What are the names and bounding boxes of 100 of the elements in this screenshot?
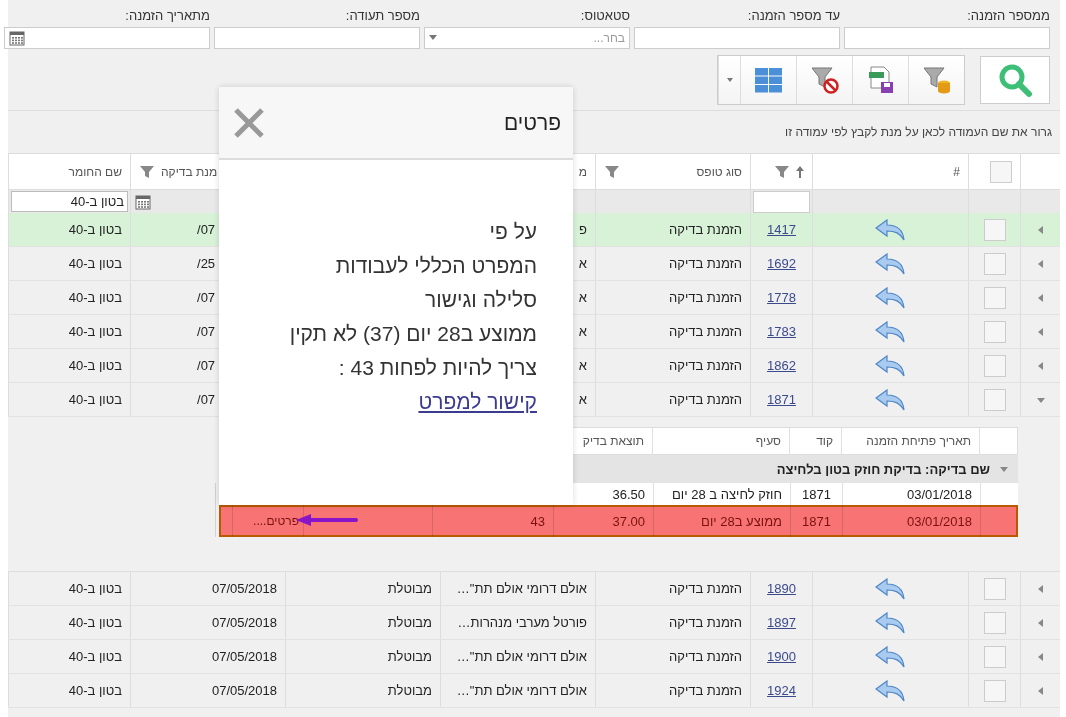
sort-up-icon[interactable] — [796, 165, 804, 178]
row-checkbox[interactable] — [983, 252, 1006, 275]
filter-database-button[interactable] — [908, 56, 964, 104]
table-cell: בטון ב-40 — [68, 222, 122, 237]
order-link[interactable]: 1871 — [767, 392, 796, 407]
order-link[interactable]: 1778 — [767, 290, 796, 305]
reply-arrow-icon[interactable] — [874, 388, 907, 411]
caret-left-icon[interactable] — [1036, 618, 1045, 627]
filter-label: סטאטוס: — [580, 8, 630, 23]
row-checkbox[interactable] — [983, 388, 1006, 411]
order-link[interactable]: 1924 — [767, 683, 796, 698]
message-line: צריך להיות לפחות 43 : — [338, 355, 537, 381]
column-header[interactable]: # — [953, 164, 960, 179]
caret-down-icon[interactable] — [1000, 465, 1008, 473]
order-link[interactable]: 1900 — [767, 649, 796, 664]
filter-icon[interactable] — [604, 164, 620, 179]
row-checkbox[interactable] — [983, 679, 1006, 702]
order-link[interactable]: 1417 — [767, 222, 796, 237]
calendar-icon[interactable] — [135, 193, 151, 210]
reply-arrow-icon[interactable] — [874, 286, 907, 309]
table-cell: בטון ב-40 — [68, 392, 122, 407]
table-cell: 07/ — [197, 222, 216, 237]
clear-filter-button[interactable] — [796, 56, 852, 104]
table-cell: הזמנת בדיקה — [668, 649, 742, 664]
input-field[interactable] — [634, 27, 840, 49]
filter-icon[interactable] — [139, 164, 155, 179]
caret-left-icon[interactable] — [1036, 584, 1045, 593]
funnel-database-icon — [921, 65, 952, 95]
reply-arrow-icon[interactable] — [874, 252, 907, 275]
table-cell: הזמנת בדיקה — [668, 581, 742, 596]
caret-left-icon[interactable] — [1036, 327, 1045, 336]
column-header[interactable]: תאריך פתיחת הזמנה — [866, 434, 971, 448]
reply-arrow-icon[interactable] — [874, 645, 907, 668]
columns-button[interactable] — [740, 56, 796, 104]
reply-arrow-icon[interactable] — [874, 218, 907, 241]
column-header[interactable]: סעיף — [755, 434, 781, 448]
row-checkbox[interactable] — [983, 218, 1006, 241]
spec-link[interactable]: קישור למפרט — [418, 385, 537, 419]
table-cell: בטון ב-40 — [68, 256, 122, 271]
table-cell: 07/05/2018 — [211, 683, 277, 698]
input-field[interactable] — [844, 27, 1050, 49]
reply-arrow-icon[interactable] — [874, 577, 907, 600]
message-line: סלילה וגישור — [425, 287, 537, 313]
table-cell: 1871 — [802, 513, 831, 529]
filter-icon[interactable] — [774, 164, 790, 179]
order-link[interactable]: 1897 — [767, 615, 796, 630]
row-checkbox[interactable] — [983, 354, 1006, 377]
column-header[interactable]: קוד — [816, 434, 833, 448]
order-link[interactable]: 1783 — [767, 324, 796, 339]
table-cell: 25/ — [197, 256, 216, 271]
column-header[interactable]: מנת בדיקה — [161, 164, 218, 179]
filter-input[interactable]: בטון ב-40 — [11, 191, 128, 212]
column-header[interactable]: מ — [578, 164, 587, 179]
table-cell: בטון ב-40 — [68, 615, 122, 630]
row-checkbox[interactable] — [983, 645, 1006, 668]
filter-input[interactable] — [753, 190, 810, 213]
reply-arrow-icon[interactable] — [874, 679, 907, 702]
row-checkbox[interactable] — [983, 286, 1006, 309]
column-header[interactable]: סוג טופס — [696, 164, 742, 179]
column-header[interactable]: שם החומר — [68, 164, 122, 179]
table-cell: א — [578, 392, 587, 407]
caret-down-icon[interactable] — [1036, 395, 1045, 404]
calendar-icon[interactable] — [9, 30, 25, 46]
date-field[interactable] — [4, 27, 210, 49]
row-checkbox[interactable] — [983, 611, 1006, 634]
table-cell: חוזק לחיצה ב 28 יום — [672, 486, 782, 502]
table-cell: אולם דרומי אולם תת"… — [456, 581, 587, 596]
reply-arrow-icon[interactable] — [874, 354, 907, 377]
input-field[interactable] — [214, 27, 420, 49]
export-button[interactable] — [852, 56, 908, 104]
table-cell: בטון ב-40 — [68, 581, 122, 596]
row-checkbox[interactable] — [983, 577, 1006, 600]
order-link[interactable]: 1862 — [767, 358, 796, 373]
group-label: שם בדיקה: בדיקת חוזק בטון בלחיצה — [776, 461, 990, 477]
reply-arrow-icon[interactable] — [874, 320, 907, 343]
caret-left-icon[interactable] — [1036, 293, 1045, 302]
row-checkbox[interactable] — [983, 320, 1006, 343]
table-cell: מבוטלת — [387, 581, 432, 596]
table-cell: 37.00 — [612, 513, 645, 529]
table-cell: א — [578, 256, 587, 271]
table-cell: 07/05/2018 — [211, 649, 277, 664]
details-link[interactable]: פרטים.... — [253, 514, 299, 528]
table-cell: בטון ב-40 — [68, 324, 122, 339]
caret-left-icon[interactable] — [1036, 686, 1045, 695]
message-line: ממוצע ב28 יום (37) לא תקין — [289, 321, 537, 347]
column-header[interactable]: תוצאת בדיק — [582, 434, 644, 448]
close-icon — [233, 106, 265, 139]
caret-left-icon[interactable] — [1036, 225, 1045, 234]
table-cell: הזמנת בדיקה — [668, 324, 742, 339]
caret-left-icon[interactable] — [1036, 652, 1045, 661]
close-button[interactable] — [233, 106, 265, 139]
message-line: על פי — [489, 219, 537, 245]
select-all-checkbox[interactable] — [990, 160, 1012, 183]
order-link[interactable]: 1890 — [767, 581, 796, 596]
reply-arrow-icon[interactable] — [874, 611, 907, 634]
order-link[interactable]: 1692 — [767, 256, 796, 271]
caret-left-icon[interactable] — [1036, 361, 1045, 370]
caret-down-icon — [429, 35, 437, 41]
search-button[interactable] — [980, 56, 1050, 104]
caret-left-icon[interactable] — [1036, 259, 1045, 268]
